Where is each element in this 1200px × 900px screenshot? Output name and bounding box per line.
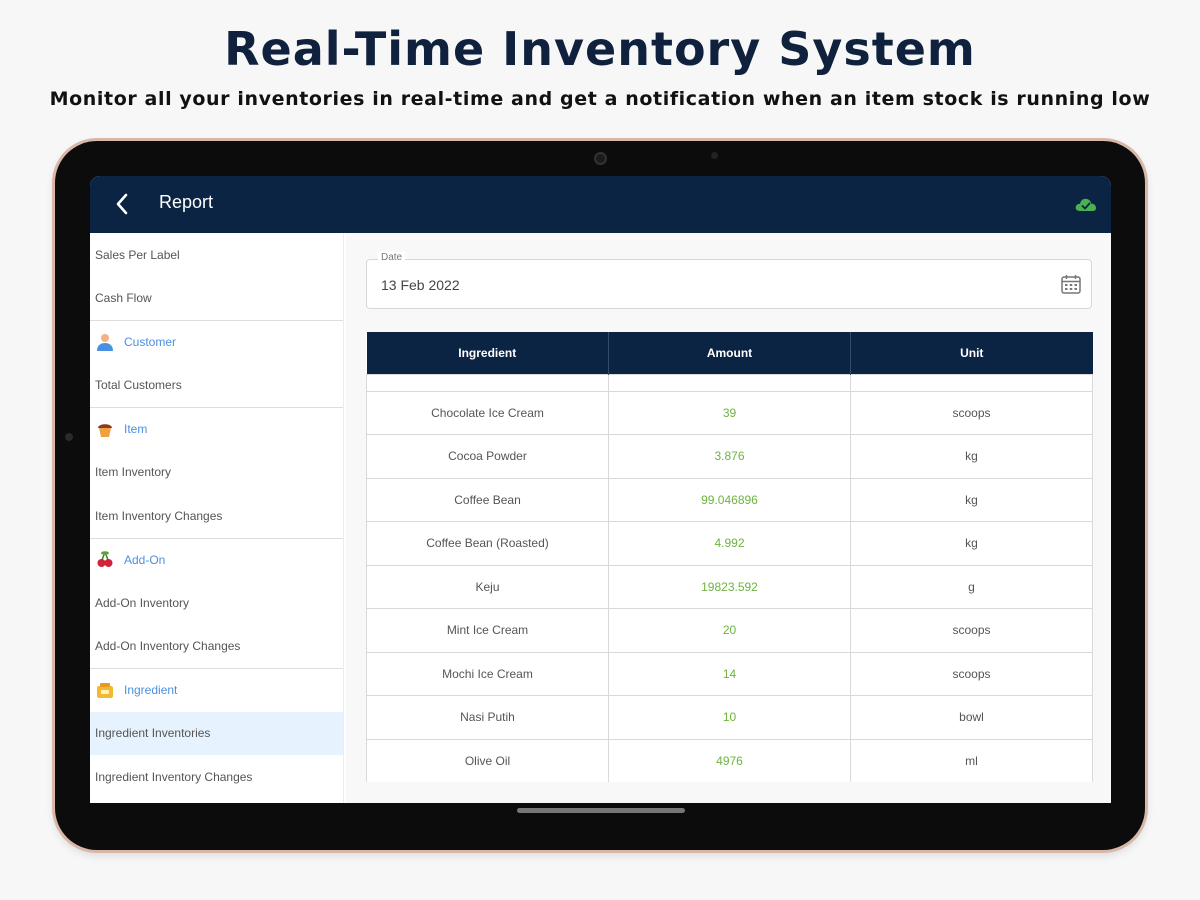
sidebar-item-addon-inventory-changes[interactable]: Add-On Inventory Changes: [90, 625, 343, 669]
cell-unit: bowl: [850, 695, 1093, 740]
cell-amount: 99.046896: [608, 477, 851, 522]
table-row[interactable]: Keju 19823.592 g: [366, 564, 1093, 609]
back-button[interactable]: [112, 190, 132, 218]
table-row[interactable]: Cocoa Powder 3.876 kg: [366, 434, 1093, 479]
cell-ingredient: Chocolate Ice Cream: [366, 390, 609, 435]
report-sidebar: Sales Per Label Cash Flow Customer Total…: [90, 233, 344, 803]
ingredient-icon: [97, 683, 113, 699]
cell-unit: g: [850, 564, 1093, 609]
cell-ingredient: Nasi Putih: [366, 695, 609, 740]
sidebar-section-label: Customer: [124, 335, 177, 350]
cell-ingredient: Cocoa Powder: [366, 434, 609, 479]
sidebar-item-ingredient-inventory-changes[interactable]: Ingredient Inventory Changes: [90, 755, 343, 799]
side-button-icon: [65, 433, 73, 441]
cell-ingredient: Coffee Bean: [366, 477, 609, 522]
customer-icon: [97, 334, 113, 352]
sidebar-item-ingredient-inventories[interactable]: Ingredient Inventories: [90, 711, 343, 755]
cell-amount: 10: [608, 695, 851, 740]
cell-unit: scoops: [850, 608, 1093, 653]
sidebar-section-customer: Customer: [90, 320, 343, 364]
table-row[interactable]: Coffee Bean 99.046896 kg: [366, 477, 1093, 522]
calendar-icon[interactable]: [1060, 273, 1082, 295]
sidebar-item-sales-per-label[interactable]: Sales Per Label: [90, 233, 343, 277]
date-value: 13 Feb 2022: [381, 277, 460, 293]
table-row-partial: [366, 373, 1093, 392]
sidebar-section-label: Ingredient: [124, 683, 178, 698]
cell-ingredient: Keju: [366, 564, 609, 609]
tablet-frame: Report Sales Per Label Cash Flow Custome…: [55, 141, 1145, 850]
sidebar-item-item-inventory[interactable]: Item Inventory: [90, 451, 343, 495]
table-row[interactable]: Chocolate Ice Cream 39 scoops: [366, 390, 1093, 435]
report-content: Date 13 Feb 2022 Ingredient Amount Unit …: [346, 233, 1111, 803]
table-row[interactable]: Olive Oil 4976 ml: [366, 738, 1093, 782]
app-screen: Report Sales Per Label Cash Flow Custome…: [90, 176, 1111, 803]
page-title: Report: [159, 192, 214, 212]
cell-ingredient: Mochi Ice Cream: [366, 651, 609, 696]
sidebar-section-label: Item: [124, 422, 148, 437]
table-row[interactable]: Mochi Ice Cream 14 scoops: [366, 651, 1093, 696]
sidebar-section-item: Item: [90, 407, 343, 451]
cell-unit: kg: [850, 434, 1093, 479]
date-field[interactable]: Date 13 Feb 2022: [366, 252, 1092, 309]
cell-unit: kg: [850, 477, 1093, 522]
sidebar-item-item-inventory-changes[interactable]: Item Inventory Changes: [90, 494, 343, 538]
hero-subtitle: Monitor all your inventories in real-tim…: [49, 88, 1151, 110]
item-icon: [98, 424, 112, 438]
cloud-check-icon[interactable]: [1074, 194, 1098, 214]
sidebar-section-addon: Add-On: [90, 537, 343, 582]
table-row[interactable]: Mint Ice Cream 20 scoops: [366, 608, 1093, 653]
hero-title: Real-Time Inventory System: [224, 22, 976, 76]
cell-amount: 4976: [608, 738, 851, 782]
date-label: Date: [378, 252, 406, 263]
table-row[interactable]: Coffee Bean (Roasted) 4.992 kg: [366, 521, 1093, 566]
cell-ingredient: Mint Ice Cream: [366, 608, 609, 653]
cell-unit: scoops: [850, 390, 1093, 435]
inventory-table: Ingredient Amount Unit Chocolate Ice Cre…: [366, 332, 1093, 782]
chevron-left-icon: [116, 193, 128, 215]
column-header-unit[interactable]: Unit: [850, 332, 1093, 374]
cell-amount: 19823.592: [608, 564, 851, 609]
inventory-table-container[interactable]: Ingredient Amount Unit Chocolate Ice Cre…: [366, 332, 1093, 782]
table-row[interactable]: Nasi Putih 10 bowl: [366, 695, 1093, 740]
camera-icon: [594, 152, 607, 165]
sidebar-item-addon-inventory[interactable]: Add-On Inventory: [90, 581, 343, 625]
sidebar-item-total-customers[interactable]: Total Customers: [90, 364, 343, 408]
sidebar-item-cash-flow[interactable]: Cash Flow: [90, 277, 343, 321]
home-indicator[interactable]: [517, 808, 685, 813]
sensor-icon: [711, 152, 718, 159]
cell-amount: 20: [608, 608, 851, 653]
cell-ingredient: Coffee Bean (Roasted): [366, 521, 609, 566]
cell-amount: 4.992: [608, 521, 851, 566]
cell-amount: 3.876: [608, 434, 851, 479]
cell-amount: 39: [608, 390, 851, 435]
app-bar: Report: [90, 176, 1111, 233]
cell-unit: scoops: [850, 651, 1093, 696]
addon-icon: [97, 550, 113, 567]
column-header-amount[interactable]: Amount: [608, 332, 851, 374]
cell-amount: 14: [608, 651, 851, 696]
cell-unit: kg: [850, 521, 1093, 566]
column-header-ingredient[interactable]: Ingredient: [366, 332, 609, 374]
sidebar-section-ingredient: Ingredient: [90, 668, 343, 712]
sidebar-section-label: Add-On: [124, 552, 166, 567]
cell-ingredient: Olive Oil: [366, 738, 609, 782]
table-header-row: Ingredient Amount Unit: [366, 332, 1093, 374]
cell-unit: ml: [850, 738, 1093, 782]
